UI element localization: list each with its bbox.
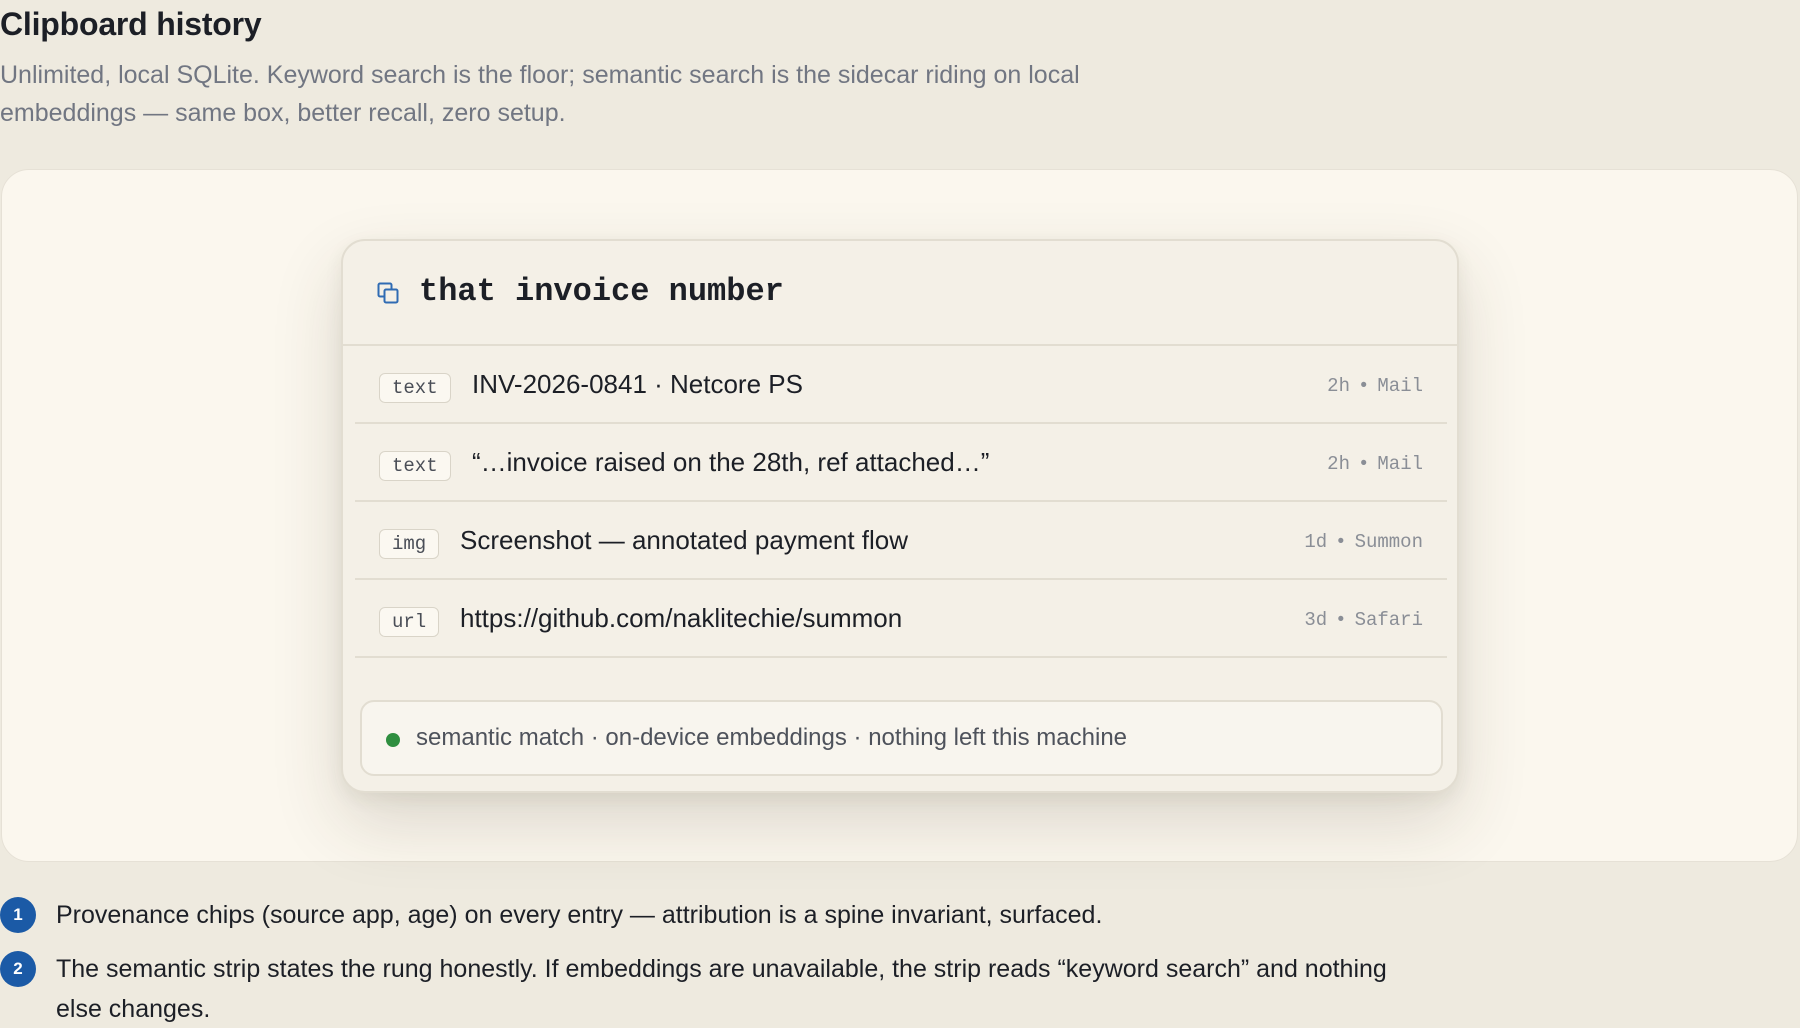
note-item: 1 Provenance chips (source app, age) on …	[0, 895, 1400, 935]
provenance-meta: 3d • Safari	[1304, 606, 1423, 634]
result-content: “…invoice raised on the 28th, ref attach…	[472, 447, 990, 477]
note-item: 2 The semantic strip states the rung hon…	[0, 949, 1400, 1028]
result-content: Screenshot — annotated payment flow	[460, 525, 909, 555]
result-age: 3d	[1304, 609, 1328, 631]
result-source: Mail	[1377, 375, 1423, 397]
meta-separator: •	[1335, 531, 1347, 553]
clipboard-palette: text INV-2026-0841 · Netcore PS 2h•Mail …	[341, 239, 1459, 793]
result-source: Safari	[1354, 609, 1423, 631]
result-content: https://github.com/naklitechie/summon	[460, 603, 903, 633]
semantic-status-strip: semantic match · on-device embeddings · …	[360, 700, 1443, 776]
page-subtitle: Unlimited, local SQLite. Keyword search …	[0, 61, 1080, 127]
provenance-meta: 2h • Mail	[1327, 450, 1423, 478]
type-chip: img	[379, 529, 440, 559]
type-chip: url	[379, 607, 440, 637]
result-row[interactable]: text INV-2026-0841 · Netcore PS 2h • Mail	[355, 346, 1447, 424]
result-source: Summon	[1354, 531, 1423, 553]
provenance-meta: 2h • Mail	[1327, 372, 1423, 400]
result-content: INV-2026-0841 · Netcore PS	[472, 369, 803, 399]
type-chip: text	[379, 451, 451, 481]
result-row[interactable]: url https://github.com/naklitechie/summo…	[355, 580, 1447, 658]
page: Clipboard history Unlimited, local SQLit…	[0, 0, 1800, 1028]
result-source: Mail	[1377, 453, 1423, 475]
search-row	[343, 241, 1457, 346]
annotation-notes: 1 Provenance chips (source app, age) on …	[0, 895, 1400, 1028]
status-text: semantic match · on-device embeddings · …	[416, 724, 1128, 751]
clipboard-copy-icon	[377, 282, 399, 304]
provenance-meta: 1d • Summon	[1304, 528, 1423, 556]
result-row[interactable]: img Screenshot — annotated payment flow …	[355, 502, 1447, 580]
note-text: The semantic strip states the rung hones…	[56, 955, 1387, 1023]
note-number-badge: 1	[0, 897, 36, 933]
result-age: 1d	[1304, 531, 1328, 553]
meta-separator: •	[1335, 609, 1347, 631]
page-title: Clipboard history	[0, 6, 262, 42]
result-age: 2h	[1327, 375, 1350, 397]
search-input[interactable]	[419, 265, 1319, 317]
result-age: 2h	[1327, 453, 1350, 475]
result-row[interactable]: text “…invoice raised on the 28th, ref a…	[355, 424, 1447, 502]
meta-separator: •	[1357, 375, 1370, 397]
note-number-badge: 2	[0, 951, 36, 987]
note-text: Provenance chips (source app, age) on ev…	[56, 901, 1103, 929]
type-chip: text	[379, 373, 451, 403]
results-list: text INV-2026-0841 · Netcore PS 2h • Mail …	[355, 346, 1447, 658]
meta-separator: •	[1357, 453, 1370, 475]
status-dot-icon	[386, 733, 400, 747]
